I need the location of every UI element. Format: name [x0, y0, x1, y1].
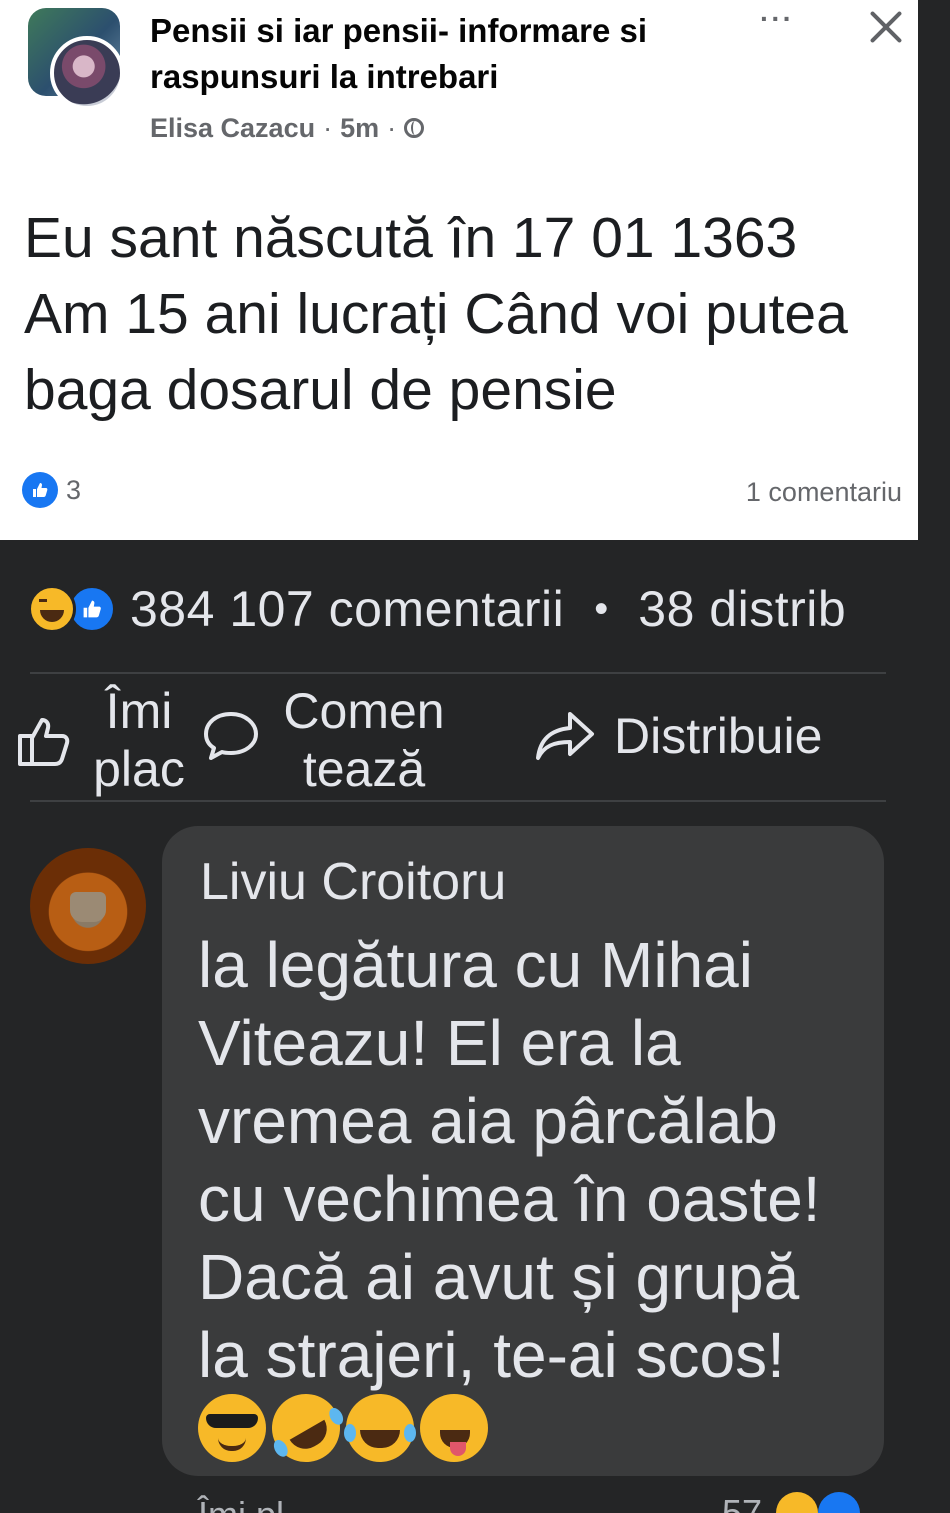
- commenter-avatar[interactable]: [30, 848, 146, 964]
- group-name[interactable]: Pensii si iar pensii- informare si raspu…: [150, 8, 760, 100]
- thumbs-up-outline-icon: [18, 718, 70, 766]
- winking-tongue-emoji-icon: [420, 1394, 488, 1462]
- share-label: Distribuie: [614, 708, 823, 764]
- separator-dot: ·: [323, 112, 333, 143]
- sunglasses-emoji-icon: [198, 1394, 266, 1462]
- comment-reaction-count[interactable]: 57: [722, 1492, 762, 1513]
- cat-avatar-image: [70, 892, 106, 922]
- comment-actions-row: Îmi pl 57: [0, 1490, 950, 1513]
- thumbs-up-icon: [33, 483, 48, 497]
- comment-label: Comen tează: [283, 683, 445, 797]
- post-meta: Elisa Cazacu · 5m ·: [150, 108, 425, 148]
- shared-post-card: Pensii si iar pensii- informare si raspu…: [0, 0, 918, 540]
- comments-total[interactable]: 384 107 comentarii: [130, 580, 564, 638]
- speech-bubble-icon: [204, 712, 258, 760]
- reaction-summary[interactable]: 384 107 comentarii • 38 distrib: [28, 578, 950, 640]
- rolling-laughing-emoji-icon: [259, 1381, 353, 1475]
- haha-reaction-icon: [776, 1492, 818, 1513]
- like-reaction-icon: [818, 1492, 860, 1513]
- divider: [30, 800, 886, 802]
- reactions-count[interactable]: 3: [66, 472, 81, 508]
- comment-like-link[interactable]: Îmi pl: [198, 1494, 284, 1513]
- like-label: Îmi plac: [93, 683, 185, 797]
- group-avatar[interactable]: [28, 8, 132, 110]
- comment-text: la legătura cu Mihai Viteazu! El era la …: [198, 929, 821, 1391]
- shares-total[interactable]: 38 distrib: [638, 580, 846, 638]
- separator-dot: •: [594, 586, 609, 631]
- author-name[interactable]: Elisa Cazacu: [150, 113, 315, 144]
- haha-reaction-icon: [28, 585, 76, 633]
- share-arrow-icon: [536, 712, 594, 760]
- post-time[interactable]: 5m: [340, 113, 379, 144]
- post-text: Eu sant născută în 17 01 1363 Am 15 ani …: [24, 206, 848, 422]
- author-avatar[interactable]: [50, 36, 124, 110]
- comments-count[interactable]: 1 comentariu: [746, 474, 902, 510]
- tears-of-joy-emoji-icon: [344, 1394, 416, 1462]
- separator-dot: ·: [387, 112, 397, 143]
- globe-icon: [404, 118, 425, 138]
- close-icon[interactable]: [862, 4, 910, 52]
- comment-emojis: [198, 1381, 488, 1475]
- like-reaction-icon[interactable]: [22, 472, 58, 508]
- more-options-icon[interactable]: ···: [760, 5, 802, 36]
- thumbs-up-icon: [83, 600, 101, 618]
- comment-bubble[interactable]: Liviu Croitoru la legătura cu Mihai Vite…: [162, 826, 884, 1476]
- comment-author[interactable]: Liviu Croitoru: [200, 852, 506, 912]
- divider: [30, 672, 886, 674]
